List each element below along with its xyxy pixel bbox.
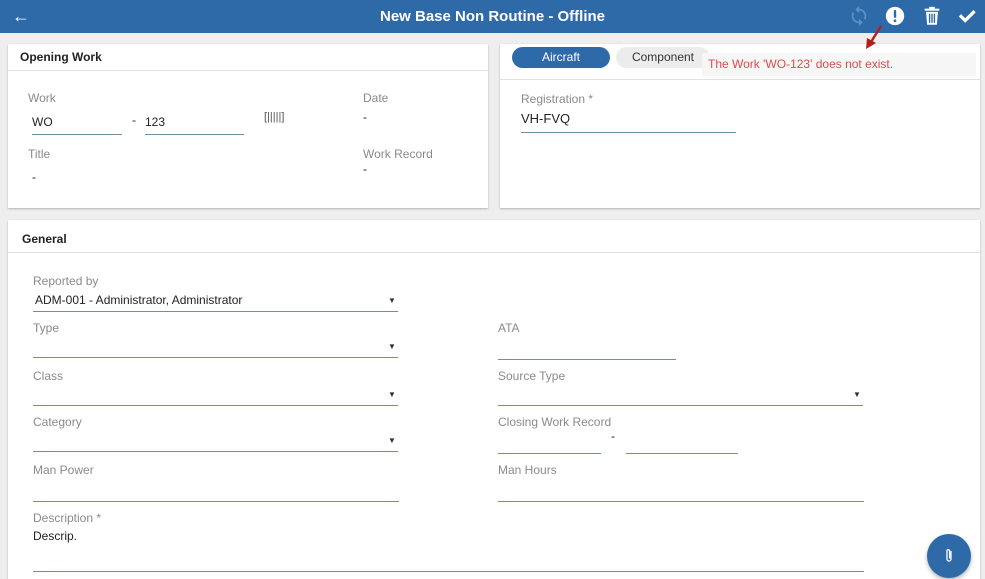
- description-input[interactable]: [33, 571, 864, 572]
- work-prefix-input[interactable]: [32, 134, 122, 135]
- category-select[interactable]: [33, 451, 398, 452]
- work-prefix-value: WO: [32, 115, 53, 129]
- app-header: ← New Base Non Routine - Offline: [0, 0, 985, 33]
- registration-label: Registration *: [521, 92, 594, 106]
- opening-work-title: Opening Work: [20, 50, 102, 64]
- source-type-select[interactable]: [498, 405, 863, 406]
- back-button[interactable]: ←: [10, 5, 32, 27]
- closing-work-record-label: Closing Work Record: [498, 415, 612, 429]
- title-label: Title: [28, 147, 51, 161]
- page-title: New Base Non Routine - Offline: [379, 8, 605, 25]
- delete-button[interactable]: [921, 5, 943, 27]
- man-power-label: Man Power: [33, 463, 94, 477]
- chevron-down-icon: ▼: [388, 390, 396, 399]
- general-title: General: [22, 232, 67, 246]
- tab-component[interactable]: Component: [616, 47, 710, 68]
- closing-work-record-prefix-input[interactable]: [498, 453, 601, 454]
- barcode-icon[interactable]: [|||||]: [264, 111, 284, 123]
- man-power-input[interactable]: [33, 501, 399, 502]
- reported-by-select[interactable]: [33, 311, 398, 312]
- trash-icon: [924, 6, 940, 25]
- reported-by-value: ADM-001 - Administrator, Administrator: [35, 293, 243, 307]
- closing-work-record-number-input[interactable]: [626, 453, 738, 454]
- class-label: Class: [33, 369, 64, 383]
- divider: [500, 79, 980, 80]
- description-label: Description *: [33, 511, 102, 525]
- description-value: Descrip.: [33, 529, 78, 543]
- work-record-label: Work Record: [363, 147, 433, 161]
- general-card: General Reported by ADM-001 - Administra…: [8, 220, 980, 579]
- class-select[interactable]: [33, 405, 398, 406]
- source-type-label: Source Type: [498, 369, 566, 383]
- man-hours-input[interactable]: [498, 501, 864, 502]
- attach-button[interactable]: [927, 534, 971, 578]
- confirm-button[interactable]: [956, 5, 978, 27]
- closing-separator: -: [611, 429, 615, 443]
- ata-input[interactable]: [498, 359, 676, 360]
- chevron-down-icon: ▼: [388, 342, 396, 351]
- chevron-down-icon: ▼: [853, 390, 861, 399]
- error-tooltip: The Work 'WO-123' does not exist.: [702, 53, 976, 76]
- date-value: -: [363, 110, 367, 124]
- work-number-value: 123: [145, 115, 166, 129]
- man-hours-label: Man Hours: [498, 463, 557, 477]
- pointer-arrow-icon: [866, 25, 883, 49]
- chevron-down-icon: ▼: [388, 436, 396, 445]
- work-label: Work: [28, 91, 56, 105]
- alert-icon: [885, 6, 905, 26]
- type-label: Type: [33, 321, 60, 335]
- registration-input[interactable]: [521, 132, 736, 133]
- category-label: Category: [33, 415, 82, 429]
- paperclip-icon: [946, 549, 952, 562]
- divider: [8, 70, 488, 71]
- work-separator: -: [132, 113, 136, 127]
- ata-label: ATA: [498, 321, 520, 335]
- tab-aircraft[interactable]: Aircraft: [512, 47, 610, 68]
- opening-work-card: Opening Work Work WO - 123 [|||||] Date …: [8, 44, 488, 208]
- date-label: Date: [363, 91, 389, 105]
- divider: [8, 252, 980, 253]
- title-value: -: [32, 170, 36, 184]
- alert-button[interactable]: [884, 5, 906, 27]
- chevron-down-icon: ▼: [388, 296, 396, 305]
- work-number-input[interactable]: [145, 134, 244, 135]
- check-icon: [958, 10, 976, 23]
- registration-value: VH-FVQ: [521, 111, 571, 126]
- arrow-left-icon: ←: [12, 6, 30, 26]
- work-record-value: -: [363, 162, 367, 176]
- type-select[interactable]: [33, 357, 398, 358]
- reported-by-label: Reported by: [33, 274, 99, 288]
